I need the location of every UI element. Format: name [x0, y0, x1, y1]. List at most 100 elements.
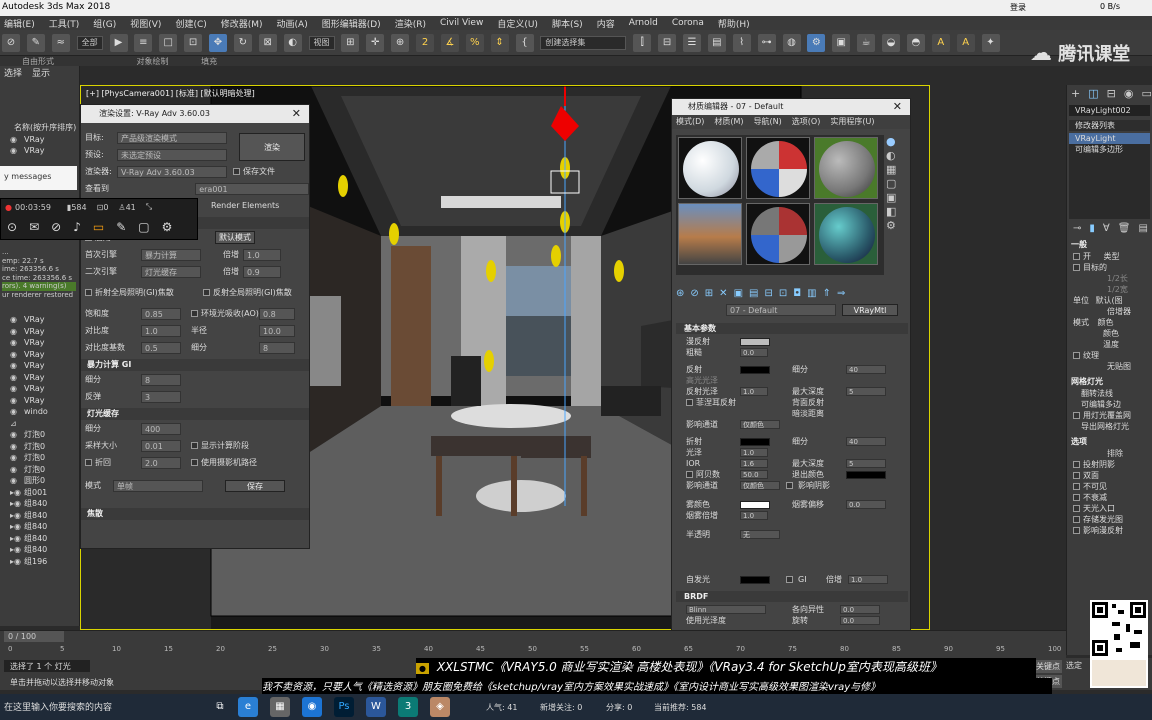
hierarchy-tab-icon[interactable]: ⊟ [1107, 87, 1116, 100]
list-item[interactable]: ◉ 圆形0 [0, 475, 80, 487]
eye-icon[interactable]: ◉ [10, 475, 17, 487]
saturation-input[interactable]: 0.85 [141, 307, 181, 320]
select-by-name-icon[interactable]: ≡ [134, 34, 153, 52]
sample-size-input[interactable]: 0.01 [141, 439, 181, 452]
video-check-icon[interactable]: ▣ [886, 191, 908, 205]
primary-mult-input[interactable]: 1.0 [243, 248, 281, 261]
max-depth-input[interactable]: 5 [846, 387, 886, 396]
on-checkbox[interactable] [1073, 253, 1080, 260]
options-icon[interactable]: ⚙ [886, 219, 908, 233]
menu-item[interactable]: 编辑(E) [4, 17, 35, 30]
expand-eye-icon[interactable]: ▸◉ [10, 487, 21, 499]
screen-icon[interactable]: ▢ [138, 220, 149, 234]
menu-item[interactable]: 工具(T) [49, 17, 80, 30]
unlink-icon[interactable]: ✎ [26, 34, 45, 52]
target-checkbox[interactable] [1073, 264, 1080, 271]
menu-item[interactable]: 修改器(M) [221, 17, 263, 30]
reference-coord-select[interactable]: 视图 [308, 36, 335, 50]
roughness-input[interactable]: 0.0 [740, 348, 768, 357]
word-icon[interactable]: W [366, 697, 386, 717]
scale-icon[interactable]: ⊠ [258, 34, 277, 52]
sample-slot[interactable] [814, 137, 878, 199]
diffuse-swatch[interactable] [740, 337, 770, 346]
align-icon[interactable]: ⊟ [658, 34, 677, 52]
list-item[interactable]: ◉ VRay [0, 314, 80, 326]
eye-icon[interactable]: ◉ [10, 134, 17, 146]
brdf-header[interactable]: BRDF [676, 591, 908, 602]
list-item[interactable]: ⊿ [0, 418, 80, 430]
mode-select[interactable]: 颜色 [1098, 318, 1114, 327]
lc-subdivs-input[interactable]: 400 [141, 422, 181, 435]
default-mode-button[interactable]: 默认模式 [215, 231, 255, 244]
bounces-input[interactable]: 3 [141, 390, 181, 403]
manipulate-icon[interactable]: ✛ [366, 34, 385, 52]
mic-icon[interactable]: ♪ [73, 220, 81, 234]
mirror-icon[interactable]: ⫿ [633, 34, 652, 52]
use-light-checkbox[interactable] [1073, 412, 1080, 419]
menu-item[interactable]: Civil View [440, 18, 483, 28]
pivot-icon[interactable]: ⊞ [341, 34, 360, 52]
unique-icon[interactable]: ▤ [749, 288, 758, 299]
close-icon[interactable]: ✕ [893, 99, 902, 115]
affect-shadows-checkbox[interactable] [786, 482, 793, 489]
named-selection-set[interactable]: 创建选择集 [540, 36, 627, 50]
show-end-icon[interactable]: ▥ [807, 288, 816, 299]
show-end-result-icon[interactable]: ▮ [1089, 223, 1095, 234]
task-view-icon[interactable]: ⧉ [210, 697, 230, 717]
affect-channels-select[interactable]: 仅颜色 [740, 420, 780, 429]
save-file-checkbox[interactable] [233, 168, 240, 175]
select-icon[interactable]: ▶ [109, 34, 128, 52]
rotate-icon[interactable]: ↻ [233, 34, 252, 52]
object-name-input[interactable]: VRayLight002 [1069, 105, 1150, 116]
expand-eye-icon[interactable]: ▸◉ [10, 521, 21, 533]
menu-item[interactable]: 脚本(S) [552, 17, 583, 30]
gi-checkbox[interactable] [786, 576, 793, 583]
list-item[interactable]: ◉ VRay [0, 145, 79, 157]
subdivs-input[interactable]: 40 [846, 365, 886, 374]
self-mult-input[interactable]: 1.0 [848, 575, 888, 584]
material-editor-icon[interactable]: ◍ [782, 34, 801, 52]
menu-item[interactable]: 选项(O) [792, 115, 821, 129]
radius-input[interactable]: 10.0 [259, 324, 295, 337]
create-tab-icon[interactable]: + [1071, 87, 1080, 100]
remove-modifier-icon[interactable]: 🗑 [1118, 223, 1131, 234]
eye-icon[interactable]: ◉ [10, 326, 17, 338]
store-irradiance-checkbox[interactable] [1073, 516, 1080, 523]
sample-slot[interactable] [678, 203, 742, 265]
list-item[interactable]: ▸◉ 组840 [0, 510, 80, 522]
mute-icon[interactable]: ⊘ [51, 220, 61, 234]
tab-render-elements[interactable]: Render Elements [211, 201, 279, 210]
taskbar-search[interactable]: 在这里输入你要搜索的内容 [4, 700, 112, 713]
light-list-icon[interactable]: ✦ [981, 34, 1000, 52]
no-map-button[interactable]: 无贴图 [1067, 361, 1152, 372]
list-item[interactable]: ▸◉ 组196 [0, 556, 80, 568]
anisotropy-input[interactable]: 0.0 [840, 605, 880, 614]
viewport-label[interactable]: [+] [PhysCamera001] [标准] [默认明暗处理] [86, 88, 255, 99]
eye-icon[interactable]: ◉ [10, 406, 17, 418]
menu-item[interactable]: 内容 [597, 17, 615, 30]
fog-mult-input[interactable]: 1.0 [740, 511, 768, 520]
sample-slot[interactable] [678, 137, 742, 199]
general-rollout-header[interactable]: 一般 [1067, 239, 1152, 251]
renderer-select[interactable]: V-Ray Adv 3.60.03 [117, 165, 227, 178]
basic-params-header[interactable]: 基本参数 [676, 323, 908, 334]
ao-subdivs-input[interactable]: 8 [259, 341, 295, 354]
light-cache-rollout-header[interactable]: 灯光缓存 [81, 408, 309, 420]
timeline[interactable]: 0 / 100 0 5 10 15 20 25 30 35 40 45 50 55 60 65 70 75 80… [0, 630, 1066, 658]
ribbon-tab[interactable]: 自由形式 [22, 57, 54, 66]
menu-item[interactable]: 导航(N) [754, 115, 782, 129]
layer-icon[interactable]: ☰ [683, 34, 701, 52]
expand-eye-icon[interactable]: ▸◉ [10, 533, 21, 545]
tab-select[interactable]: 选择 [4, 66, 22, 82]
fresnel-checkbox[interactable] [686, 399, 693, 406]
assign-icon[interactable]: ⊞ [705, 288, 713, 299]
save-button[interactable]: 保存 [225, 479, 285, 492]
move-icon[interactable]: ✥ [209, 34, 227, 52]
eye-icon[interactable]: ◉ [10, 429, 17, 441]
refract-affect-select[interactable]: 仅颜色 [740, 481, 780, 490]
stack-item-vraylight[interactable]: VRayLight [1069, 133, 1150, 144]
list-item[interactable]: ◉ VRay [0, 395, 80, 407]
display-tab-icon[interactable]: ▭ [1141, 87, 1151, 100]
editable-label[interactable]: 可编辑多边 [1067, 399, 1152, 410]
rect-select-icon[interactable]: □ [159, 34, 178, 52]
